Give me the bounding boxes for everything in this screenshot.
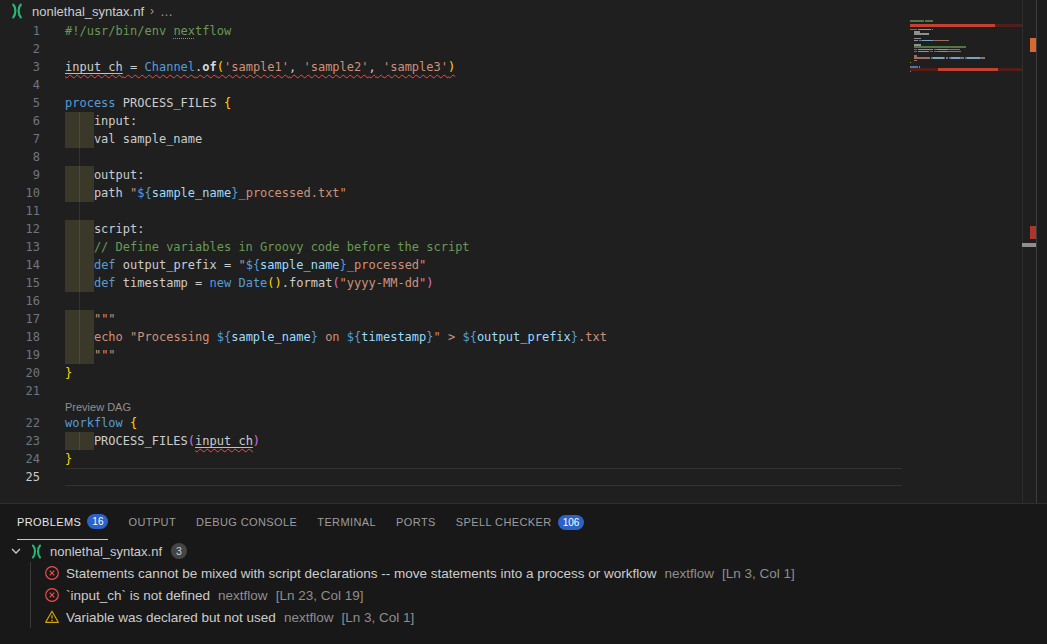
panel-tab-ports[interactable]: PORTS bbox=[396, 504, 436, 540]
code-line-9[interactable]: 9 output: bbox=[0, 166, 902, 184]
problem-message: `input_ch` is not defined bbox=[66, 588, 210, 603]
editor-right-gap bbox=[1037, 0, 1047, 503]
code-line-13[interactable]: 13 // Define variables in Groovy code be… bbox=[0, 238, 902, 256]
code-line-16[interactable]: 16 bbox=[0, 292, 902, 310]
code-line-11[interactable]: 11 bbox=[0, 202, 902, 220]
code-line-17[interactable]: 17 """ bbox=[0, 310, 902, 328]
code-line-2[interactable]: 2 bbox=[0, 40, 902, 58]
panel-tab-spell-checker[interactable]: SPELL CHECKER106 bbox=[456, 504, 585, 540]
problem-message: Variable was declared but not used bbox=[66, 610, 276, 625]
codelens-preview-dag[interactable]: Preview DAG bbox=[65, 401, 131, 413]
problem-row-1[interactable]: Statements cannot be mixed with script d… bbox=[0, 562, 1047, 584]
code-line-15[interactable]: 15 def timestamp = new Date().format("yy… bbox=[0, 274, 902, 292]
problem-location: [Ln 3, Col 1] bbox=[722, 566, 795, 581]
error-icon bbox=[44, 565, 60, 581]
code-line-6[interactable]: 6 input: bbox=[0, 112, 902, 130]
code-area[interactable]: 1#!/usr/bin/env nextflow23input_ch = Cha… bbox=[0, 22, 902, 486]
problem-message: Statements cannot be mixed with script d… bbox=[66, 566, 657, 581]
editor-pane[interactable]: nonlethal_syntax.nf › … 1#!/usr/bin/env … bbox=[0, 0, 1047, 503]
nextflow-icon bbox=[9, 3, 25, 19]
problem-row-2[interactable]: `input_ch` is not defined nextflow [Ln 23,… bbox=[0, 584, 1047, 606]
code-line-1[interactable]: 1#!/usr/bin/env nextflow bbox=[0, 22, 902, 40]
code-line-7[interactable]: 7 val sample_name bbox=[0, 130, 902, 148]
tab-badge: 106 bbox=[558, 515, 585, 530]
ruler-marker-cursor bbox=[1022, 243, 1036, 247]
code-line-20[interactable]: 20} bbox=[0, 364, 902, 382]
code-line-23[interactable]: 23 PROCESS_FILES(input_ch) bbox=[0, 432, 902, 450]
code-line-3[interactable]: 3input_ch = Channel.of('sample1', 'sampl… bbox=[0, 58, 902, 76]
code-line-25[interactable]: 25 bbox=[0, 468, 902, 486]
panel-tab-debug-console[interactable]: DEBUG CONSOLE bbox=[196, 504, 297, 540]
problem-row-3[interactable]: Variable was declared but not used nextfl… bbox=[0, 606, 1047, 628]
breadcrumb-separator: › bbox=[150, 4, 154, 18]
code-line-21[interactable]: 21 bbox=[0, 382, 902, 400]
code-line-8[interactable]: 8 bbox=[0, 148, 902, 166]
overview-ruler[interactable] bbox=[1022, 0, 1036, 503]
panel-tab-output[interactable]: OUTPUT bbox=[128, 504, 176, 540]
breadcrumb-ellipsis[interactable]: … bbox=[160, 4, 173, 19]
problems-file-name: nonlethal_syntax.nf bbox=[50, 544, 162, 559]
problems-count-badge: 3 bbox=[171, 543, 187, 559]
minimap[interactable] bbox=[910, 20, 1022, 500]
problem-location: [Ln 3, Col 1] bbox=[341, 610, 414, 625]
bottom-panel: PROBLEMS16 OUTPUT DEBUG CONSOLE TERMINAL POR… bbox=[0, 503, 1047, 644]
problems-file-row[interactable]: nonlethal_syntax.nf 3 bbox=[0, 540, 1047, 562]
breadcrumb-file[interactable]: nonlethal_syntax.nf bbox=[32, 4, 144, 19]
chevron-down-icon[interactable] bbox=[8, 543, 24, 559]
code-line-22[interactable]: 22workflow { bbox=[0, 414, 902, 432]
problems-tree: nonlethal_syntax.nf 3 Statements cannot be… bbox=[0, 540, 1047, 628]
problem-source: nextflow bbox=[218, 588, 268, 603]
warning-icon bbox=[44, 609, 60, 625]
code-line-10[interactable]: 10 path "${sample_name}_processed.txt" bbox=[0, 184, 902, 202]
problem-source: nextflow bbox=[284, 610, 334, 625]
code-line-19[interactable]: 19 """ bbox=[0, 346, 902, 364]
nextflow-icon bbox=[29, 544, 44, 559]
problem-location: [Ln 23, Col 19] bbox=[276, 588, 364, 603]
panel-tabs: PROBLEMS16 OUTPUT DEBUG CONSOLE TERMINAL POR… bbox=[0, 504, 1047, 540]
code-line-5[interactable]: 5process PROCESS_FILES { bbox=[0, 94, 902, 112]
panel-tab-terminal[interactable]: TERMINAL bbox=[317, 504, 376, 540]
error-icon bbox=[44, 587, 60, 603]
code-line-14[interactable]: 14 def output_prefix = "${sample_name}_p… bbox=[0, 256, 902, 274]
tab-badge: 16 bbox=[87, 514, 108, 529]
code-line-12[interactable]: 12 script: bbox=[0, 220, 902, 238]
code-line-18[interactable]: 18 echo "Processing ${sample_name} on ${… bbox=[0, 328, 902, 346]
code-line-4[interactable]: 4 bbox=[0, 76, 902, 94]
panel-tab-problems[interactable]: PROBLEMS16 bbox=[17, 504, 108, 540]
breadcrumb: nonlethal_syntax.nf › … bbox=[0, 0, 173, 22]
code-line-24[interactable]: 24} bbox=[0, 450, 902, 468]
problem-source: nextflow bbox=[665, 566, 715, 581]
